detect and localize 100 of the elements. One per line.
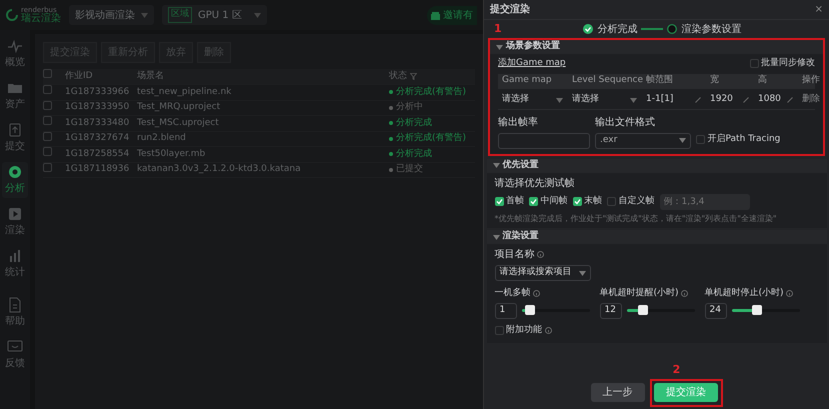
table-cell-text: 1G187333950 [65,101,130,114]
drawer-title: 提交渲染 [490,2,530,17]
select-field[interactable]: 请选择 [568,93,642,107]
checkbox[interactable] [696,134,705,144]
pencil-icon[interactable] [695,97,701,103]
checkbox[interactable] [494,197,504,206]
sidebar-item[interactable]: 提交 [2,120,28,156]
checkbox[interactable] [494,326,504,336]
dropdown-value: 影视动画渲染 [75,8,135,22]
status-text: 已提交 [396,163,423,176]
sidebar-item[interactable]: 概览 [2,36,28,72]
sidebar-item[interactable]: 分析 [2,162,28,198]
checkbox-label: 附加功能 [506,324,542,337]
checkbox-label: 末帧 [584,194,602,208]
pencil-icon[interactable] [743,97,749,103]
column-header: 场景名 [137,70,165,83]
close-button[interactable]: × [814,2,823,17]
table-cell-text: 1G187333480 [65,116,130,130]
checkbox[interactable] [572,197,582,206]
project-select[interactable]: 请选择或搜索项目 [494,265,590,281]
checkbox-label: 开启Path Tracing [708,132,780,146]
checkbox[interactable] [43,69,52,78]
slider-handle[interactable] [752,305,762,315]
sidebar-item[interactable]: 帮助 [2,295,28,331]
table-cell-text: Test_MSC.uproject [137,116,220,130]
document-icon [7,297,23,313]
add-link[interactable]: 添加Game map [498,57,566,70]
checkbox[interactable] [529,197,538,206]
caret-icon [492,163,500,168]
column-header: Level Sequence [571,74,642,88]
column-header: Game map [501,74,553,88]
section-header[interactable]: 优先设置 [486,158,826,172]
checkbox[interactable] [43,85,52,94]
column-header: 高 [757,74,768,88]
checkbox[interactable] [43,132,52,140]
invite-button[interactable]: 邀请有 [427,6,477,24]
caret-icon [496,44,503,50]
dropdown-value: GPU 1 区 [198,8,243,22]
sidebar-item[interactable]: 资产 [2,78,28,114]
number-field[interactable]: 24 [704,302,726,318]
filter-icon[interactable] [410,73,416,80]
product-dropdown[interactable]: 影视动画渲染 [69,5,154,25]
editable-cell[interactable]: 1080 [754,93,798,107]
status-text: 分析完成 [396,148,432,160]
checkbox[interactable] [43,116,52,125]
pencil-icon[interactable] [787,97,793,103]
upload-icon [7,122,23,138]
column-header: 帧范围 [645,74,674,88]
select-field[interactable]: 请选择 [498,93,568,107]
caret-icon [679,138,686,143]
table-cell-text: 1G187118936 [65,163,130,176]
pulse-icon [7,38,23,54]
field-label: 输出帧率 [498,116,539,130]
caret-icon [630,98,637,102]
table-cell-text: katanan3.0v3_2.1.2.0-ktd3.0.katana [137,163,302,176]
info-icon [532,290,540,297]
section-header[interactable]: 渲染设置 [486,230,826,244]
annotation-number: 1 [494,20,502,37]
editable-cell[interactable]: 1920 [706,93,754,107]
delete-link[interactable]: 删除 [798,93,820,107]
caret-icon [254,12,261,18]
sidebar-item[interactable]: 统计 [2,246,28,282]
caret-icon [556,98,563,102]
checkbox-label: 自定义帧 [618,194,654,208]
sidebar-item[interactable]: 反馈 [2,337,28,373]
editable-cell[interactable]: 1-1[1] [642,93,706,107]
format-select[interactable]: .exr [595,132,691,148]
hint-text: *优先帧渲染完成后，作业处于"测试完成"状态，请在"渲染"列表点击"全速渲染" [494,212,778,224]
status-text: 分析完成(有警告) [396,86,466,98]
checkbox-label: 首帧 [506,194,524,208]
table-cell-text: Test50layer.mb [137,148,206,160]
field-label: 单机超时停止(小时) [704,286,784,300]
custom-frames-field[interactable]: 例：1,3,4 [660,194,750,210]
step-label: 渲染参数设置 [681,22,742,36]
submit-button[interactable]: 提交渲染 [654,383,718,402]
sidebar-item[interactable]: 渲染 [2,204,28,240]
region-dropdown[interactable]: 区域 GPU 1 区 [162,5,267,25]
checkbox[interactable] [43,147,52,156]
checkbox[interactable] [43,162,52,172]
checkbox[interactable] [750,59,758,68]
fps-field[interactable] [498,132,590,148]
status-text: 分析完成 [396,116,432,130]
caret-icon [578,270,586,276]
slider-handle[interactable] [524,305,535,315]
section-header[interactable]: 场景参数设置 [490,40,823,54]
info-icon [680,290,688,297]
table-cell-text: 1G187333966 [65,86,130,98]
field-label: 项目名称 [494,248,534,262]
play-icon [7,206,23,222]
number-field[interactable]: 1 [494,302,516,318]
table-cell-text: run2.blend [137,132,187,145]
checkbox[interactable] [43,100,52,110]
field-label: 单机超时提醒(小时) [600,286,679,300]
checkbox[interactable] [607,197,616,206]
status-text: 分析完成(有警告) [396,132,466,145]
number-field[interactable]: 12 [600,302,622,318]
table-cell-text: 1G187258554 [65,148,130,160]
field-label: 一机多帧 [494,286,530,300]
back-button[interactable]: 上一步 [590,383,644,402]
slider-handle[interactable] [638,305,648,315]
